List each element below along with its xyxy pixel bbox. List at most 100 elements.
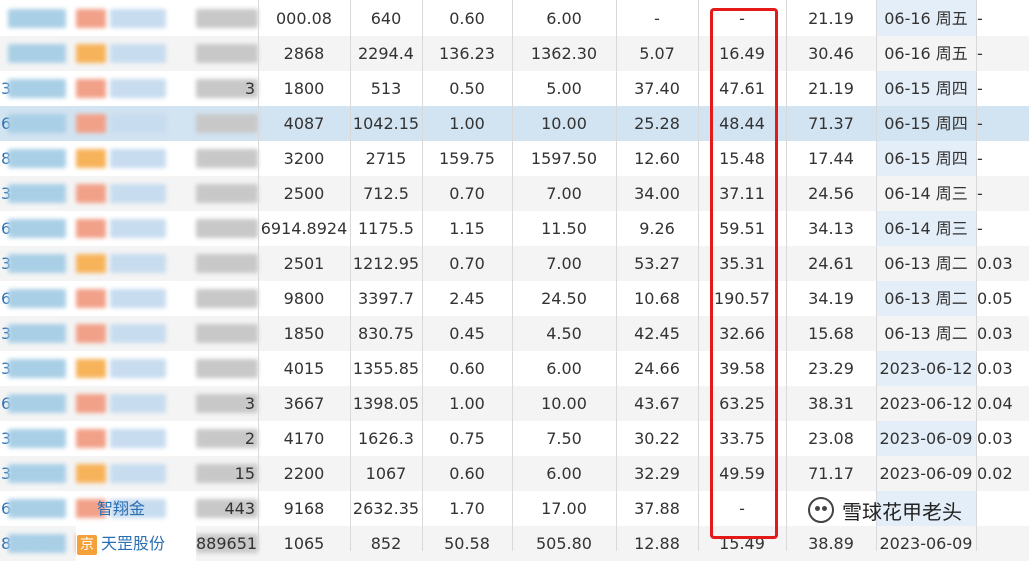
value-cell: 9800 <box>283 289 325 308</box>
table-row[interactable]: 3 1850 830.75 0.45 4.50 42.45 32.66 15.68 06-13 … <box>0 316 1029 351</box>
table-row[interactable]: 3 1800 513 0.50 5.00 37.40 47.61 21.19 06-15 周四 - <box>0 71 1029 106</box>
value-cell: 190.57 <box>714 289 770 308</box>
value-cell: 0.03 <box>977 254 1013 273</box>
value-cell: 0.45 <box>449 324 485 343</box>
value-cell: 1.15 <box>449 219 485 238</box>
value-cell: - <box>654 9 660 28</box>
column-divider <box>786 0 787 551</box>
value-cell: 3200 <box>283 149 325 168</box>
table-row[interactable]: 3 2500 712.5 0.70 7.00 34.00 37.11 24.56 06-14 周… <box>0 176 1029 211</box>
table-row[interactable]: 6 6914.8924 1175.5 1.15 11.50 9.26 59.51 34.13 0… <box>0 211 1029 246</box>
redacted-cell <box>76 254 106 273</box>
value-cell: 24.50 <box>541 289 587 308</box>
value-cell: 34.13 <box>808 219 854 238</box>
redacted-cell <box>8 394 66 413</box>
value-cell: 16.49 <box>719 44 765 63</box>
redacted-cell <box>76 184 106 203</box>
redacted-cell <box>110 429 166 448</box>
value-cell: 1597.50 <box>530 149 598 168</box>
value-cell: 3667 <box>283 394 325 413</box>
table-row[interactable]: 6 9800 3397.7 2.45 24.50 10.68 190.57 34.19 06-1… <box>0 281 1029 316</box>
value-cell: 43.67 <box>634 394 680 413</box>
value-cell: - <box>977 184 983 203</box>
redacted-cell <box>110 359 166 378</box>
value-cell: 23.29 <box>808 359 854 378</box>
value-cell: 1042.15 <box>352 114 420 133</box>
table-row[interactable]: 8 3200 2715 159.75 1597.50 12.60 15.48 17.44 06-… <box>0 141 1029 176</box>
column-divider <box>976 0 977 551</box>
redacted-cell <box>110 149 166 168</box>
redacted-cell <box>110 79 166 98</box>
value-cell: 1065 <box>283 534 325 553</box>
date-cell: 06-13 周二 <box>884 289 968 308</box>
redacted-cell <box>196 289 258 308</box>
table-row[interactable]: 6 3667 1398.05 1.00 10.00 43.67 63.25 38.31 2023… <box>0 386 1029 421</box>
value-cell: 6.00 <box>546 359 582 378</box>
date-cell: 2023-06-12 <box>879 394 973 413</box>
column-divider <box>258 0 259 551</box>
date-cell: 06-14 周三 <box>884 219 968 238</box>
table-row[interactable]: 83265京天罡股份889651106585250.58505.8012.881… <box>0 526 1029 561</box>
value-cell: 37.40 <box>634 79 680 98</box>
value-cell: 830.75 <box>358 324 414 343</box>
value-cell: 0.75 <box>449 429 485 448</box>
value-cell: 2715 <box>365 149 407 168</box>
redacted-cell <box>8 499 66 518</box>
value-cell: 21.19 <box>808 9 854 28</box>
value-cell: 0.60 <box>449 359 485 378</box>
table-row[interactable]: 3 2501 1212.95 0.70 7.00 53.27 35.31 24.61 06-13… <box>0 246 1029 281</box>
value-cell: 640 <box>370 9 402 28</box>
date-cell: 2023-06-09 <box>879 534 973 553</box>
value-cell: 10.00 <box>541 114 587 133</box>
stock-name[interactable]: 智翔金 <box>96 491 176 526</box>
value-cell: 2.45 <box>449 289 485 308</box>
redacted-cell <box>196 114 258 133</box>
value-cell: 15.49 <box>719 534 765 553</box>
redacted-cell <box>8 254 66 273</box>
redacted-cell <box>8 184 66 203</box>
column-divider <box>422 0 423 551</box>
value-cell: 7.00 <box>546 254 582 273</box>
redacted-cell <box>196 219 258 238</box>
redacted-cell <box>76 429 106 448</box>
value-cell: 7.50 <box>546 429 582 448</box>
date-cell: 06-13 周二 <box>884 324 968 343</box>
value-cell: 0.03 <box>977 429 1013 448</box>
value-cell <box>976 491 1029 526</box>
redacted-cell <box>196 149 258 168</box>
value-cell: 0.03 <box>977 359 1013 378</box>
table-row[interactable]: 3 2200 1067 0.60 6.00 32.29 49.59 71.17 2023-06-… <box>0 456 1029 491</box>
value-cell: 3397.7 <box>358 289 414 308</box>
value-cell: 000.08 <box>276 9 332 28</box>
redacted-cell <box>110 464 166 483</box>
column-divider <box>698 0 699 551</box>
column-divider <box>512 0 513 551</box>
stock-name-cell[interactable]: 京天罡股份 <box>76 526 196 561</box>
redacted-cell <box>196 9 258 28</box>
value-cell: 50.58 <box>444 534 490 553</box>
redacted-cell <box>110 44 166 63</box>
value-cell: 5.07 <box>639 44 675 63</box>
redacted-cell <box>110 219 166 238</box>
table-row[interactable]: 3 4170 1626.3 0.75 7.50 30.22 33.75 23.08 2023-0… <box>0 421 1029 456</box>
value-cell: 9168 <box>283 499 325 518</box>
table-row[interactable]: 000.08 640 0.60 6.00- -21.19 06-16 周五 - <box>0 1 1029 36</box>
stock-name[interactable]: 天罡股份 <box>101 534 165 553</box>
redacted-cell <box>8 534 66 553</box>
value-cell: 11.50 <box>541 219 587 238</box>
date-cell: 06-16 周五 <box>884 44 968 63</box>
redacted-cell <box>8 464 66 483</box>
value-cell: 17.00 <box>541 499 587 518</box>
redacted-cell <box>76 464 106 483</box>
value-cell: 24.66 <box>634 359 680 378</box>
value-cell: 38.31 <box>808 394 854 413</box>
table-row[interactable]: 2868 2294.4 136.23 1362.30 5.07 16.49 30.46 06-… <box>0 36 1029 71</box>
value-cell: 71.37 <box>808 114 854 133</box>
redacted-cell <box>76 44 106 63</box>
exchange-badge: 京 <box>77 535 97 555</box>
table-row[interactable]: 3 4015 1355.85 0.60 6.00 24.66 39.58 23.29 2023-… <box>0 351 1029 386</box>
table-row[interactable]: 6 4087 1042.15 1.00 10.00 25.28 48.44 71.37 06-1… <box>0 106 1029 141</box>
value-cell: - <box>739 9 745 28</box>
value-cell: 17.44 <box>808 149 854 168</box>
value-cell: 37.11 <box>719 184 765 203</box>
